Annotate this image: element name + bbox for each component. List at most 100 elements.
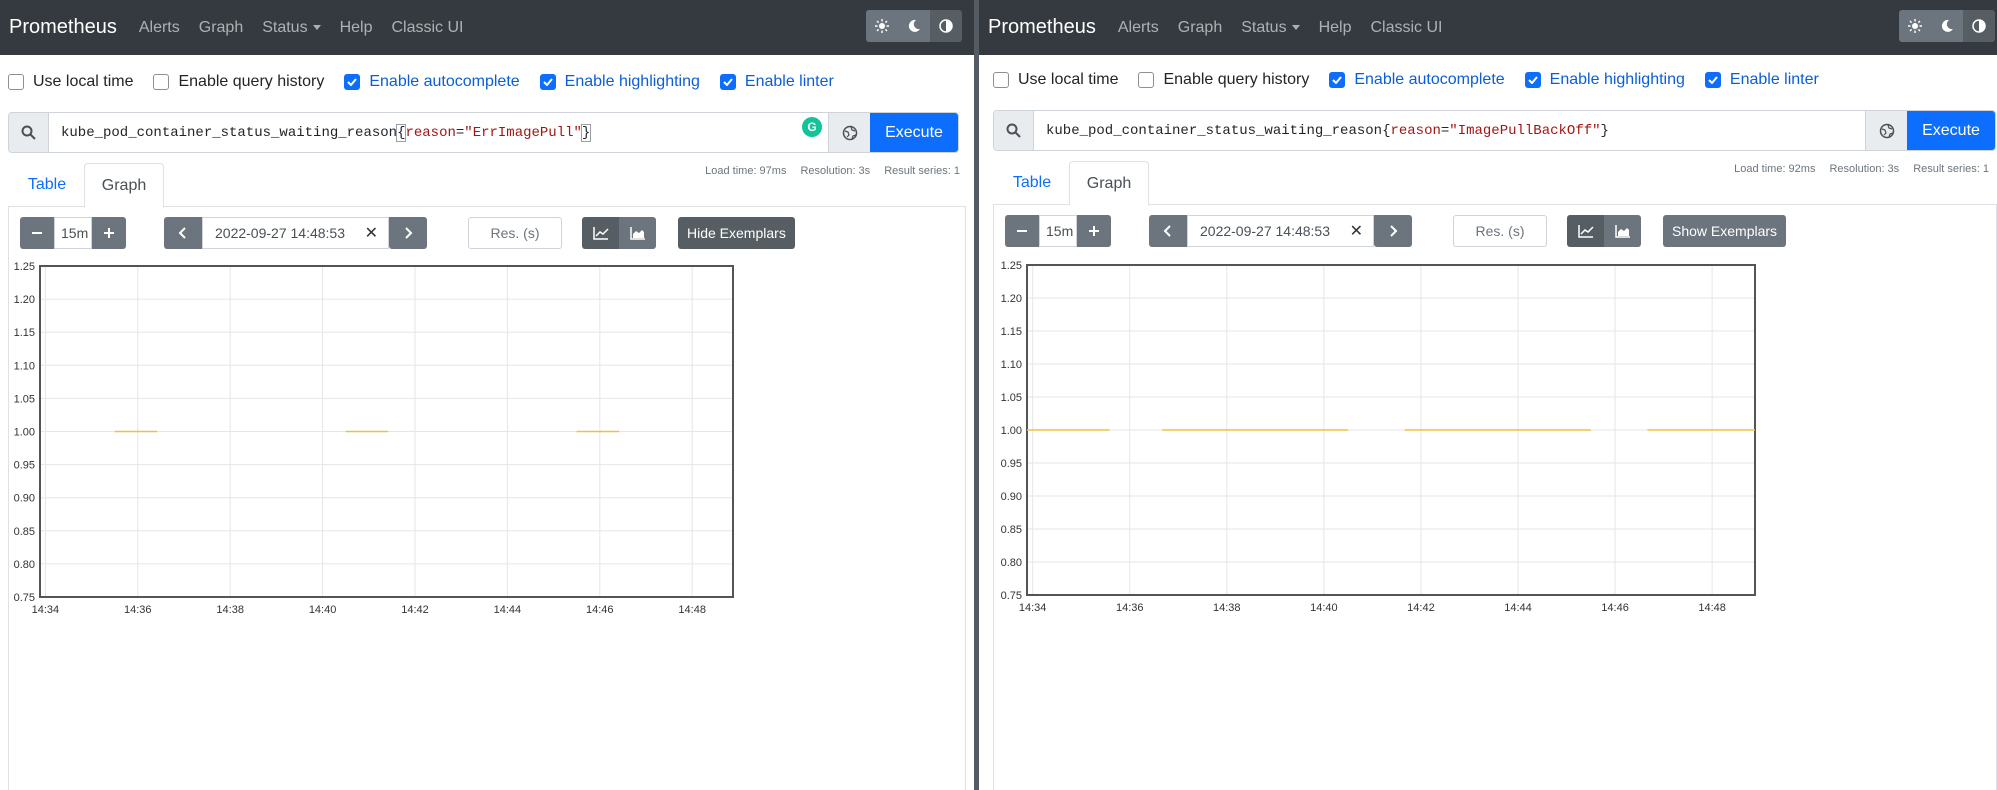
tab-graph[interactable]: Graph <box>1069 161 1149 206</box>
y-tick-label: 1.15 <box>14 327 35 339</box>
nav-alerts[interactable]: Alerts <box>139 19 180 37</box>
query-input[interactable]: kube_pod_container_status_waiting_reason… <box>49 113 828 152</box>
y-tick-label: 1.20 <box>14 294 35 306</box>
y-tick-label: 1.05 <box>1001 392 1022 404</box>
opt-label: Enable highlighting <box>1549 71 1685 88</box>
nav-status-label: Status <box>262 18 308 36</box>
nav-help[interactable]: Help <box>340 19 373 37</box>
right-panel: Prometheus Alerts Graph Status Help Clas… <box>979 0 1997 790</box>
checkbox[interactable] <box>8 74 24 90</box>
y-tick-label: 0.85 <box>1001 524 1022 536</box>
nav-classic-ui[interactable]: Classic UI <box>1370 19 1442 37</box>
moon-icon[interactable] <box>1931 10 1963 42</box>
y-tick-label: 1.15 <box>1001 326 1022 338</box>
y-tick-label: 0.90 <box>1001 491 1022 503</box>
y-tick-label: 1.05 <box>14 393 35 405</box>
graph-chart: 0.75 0.80 0.85 0.90 0.95 1.00 1.05 1.10 1.15 1.20… <box>1001 260 1756 614</box>
y-tick-label: 0.95 <box>1001 458 1022 470</box>
options-bar: Use local time Enable query history Enab… <box>993 71 1839 89</box>
opt-use-local-time[interactable]: Use local time <box>8 73 133 91</box>
tab-graph[interactable]: Graph <box>84 163 164 208</box>
checkbox-checked[interactable] <box>719 74 736 90</box>
y-tick-label: 0.90 <box>14 493 35 505</box>
x-tick-label: 14:40 <box>1310 602 1338 614</box>
opt-autocomplete[interactable]: Enable autocomplete <box>1329 71 1505 89</box>
tab-table[interactable]: Table <box>995 161 1069 205</box>
checkbox-checked[interactable] <box>1704 72 1721 88</box>
checkbox[interactable] <box>1138 72 1155 88</box>
query-eq: = <box>455 124 465 141</box>
options-bar: Use local time Enable query history Enab… <box>8 73 854 91</box>
left-panel: Prometheus Alerts Graph Status Help Clas… <box>0 0 974 790</box>
query-close-brace: } <box>580 123 592 142</box>
opt-label: Enable highlighting <box>564 73 700 90</box>
y-tick-label: 1.25 <box>1001 260 1022 272</box>
navbar: Prometheus Alerts Graph Status Help Clas… <box>979 0 1997 55</box>
opt-linter[interactable]: Enable linter <box>719 73 834 91</box>
opt-highlighting[interactable]: Enable highlighting <box>1524 71 1685 89</box>
opt-label: Enable autocomplete <box>1354 71 1505 88</box>
opt-linter[interactable]: Enable linter <box>1704 71 1819 89</box>
nav-graph[interactable]: Graph <box>199 19 243 37</box>
query-open-brace: { <box>396 123 407 142</box>
theme-toggle <box>866 10 962 42</box>
caret-down-icon <box>312 24 321 30</box>
opt-label: Use local time <box>1018 71 1119 88</box>
metrics-explorer-icon[interactable] <box>1865 111 1907 150</box>
contrast-icon[interactable] <box>930 10 962 42</box>
view-tabs: Table Graph <box>993 161 1997 206</box>
tab-table[interactable]: Table <box>10 163 84 207</box>
query-input[interactable]: kube_pod_container_status_waiting_reason… <box>1034 111 1865 150</box>
brand[interactable]: Prometheus <box>9 16 117 39</box>
opt-use-local-time[interactable]: Use local time <box>993 71 1118 89</box>
sun-icon[interactable] <box>866 10 898 42</box>
query-value: "ImagePullBackOff" <box>1449 122 1601 139</box>
metrics-explorer-icon[interactable] <box>828 113 870 152</box>
x-tick-label: 14:38 <box>216 604 244 616</box>
nav-status[interactable]: Status <box>1241 19 1300 37</box>
search-icon <box>9 113 49 152</box>
graph-pane: 15m 2022-09-27 14:48:53 ✕ Res. (s) Show E… <box>993 205 1997 790</box>
nav-classic-ui[interactable]: Classic UI <box>391 19 463 37</box>
y-tick-label: 0.85 <box>14 526 35 538</box>
opt-query-history[interactable]: Enable query history <box>153 73 324 91</box>
brand[interactable]: Prometheus <box>988 16 1096 39</box>
x-tick-label: 14:34 <box>1019 602 1047 614</box>
sun-icon[interactable] <box>1899 10 1931 42</box>
checkbox[interactable] <box>993 72 1009 88</box>
checkbox-checked[interactable] <box>539 74 556 90</box>
x-tick-label: 14:36 <box>1116 602 1144 614</box>
graph-pane: 15m 2022-09-27 14:48:53 ✕ Res. (s) Hide E… <box>8 207 966 790</box>
x-tick-label: 14:48 <box>678 604 706 616</box>
grammarly-icon[interactable]: G <box>802 117 822 137</box>
moon-icon[interactable] <box>898 10 930 42</box>
checkbox-checked[interactable] <box>1524 72 1541 88</box>
y-tick-label: 0.95 <box>14 460 35 472</box>
checkbox[interactable] <box>153 74 170 90</box>
checkbox-checked[interactable] <box>1329 72 1346 88</box>
contrast-icon[interactable] <box>1963 10 1995 42</box>
y-tick-label: 1.00 <box>14 427 35 439</box>
opt-query-history[interactable]: Enable query history <box>1138 71 1309 89</box>
y-tick-label: 1.10 <box>14 360 35 372</box>
x-tick-label: 14:34 <box>32 604 60 616</box>
x-tick-label: 14:38 <box>1213 602 1241 614</box>
y-tick-label: 0.80 <box>14 559 35 571</box>
checkbox-checked[interactable] <box>344 74 361 90</box>
execute-button[interactable]: Execute <box>870 113 958 152</box>
opt-label: Enable autocomplete <box>369 73 520 90</box>
nav-alerts[interactable]: Alerts <box>1118 19 1159 37</box>
nav-help[interactable]: Help <box>1319 19 1352 37</box>
opt-autocomplete[interactable]: Enable autocomplete <box>344 73 520 91</box>
query-metric: kube_pod_container_status_waiting_reason <box>1046 122 1383 139</box>
query-label: reason <box>1390 122 1441 139</box>
caret-down-icon <box>1291 24 1300 30</box>
nav-graph[interactable]: Graph <box>1178 19 1222 37</box>
query-bar: kube_pod_container_status_waiting_reason… <box>993 110 1996 151</box>
opt-highlighting[interactable]: Enable highlighting <box>539 73 700 91</box>
y-tick-label: 1.25 <box>14 261 35 273</box>
execute-button[interactable]: Execute <box>1907 111 1995 150</box>
x-tick-label: 14:46 <box>1601 602 1629 614</box>
nav-status[interactable]: Status <box>262 18 321 37</box>
y-tick-label: 1.10 <box>1001 359 1022 371</box>
